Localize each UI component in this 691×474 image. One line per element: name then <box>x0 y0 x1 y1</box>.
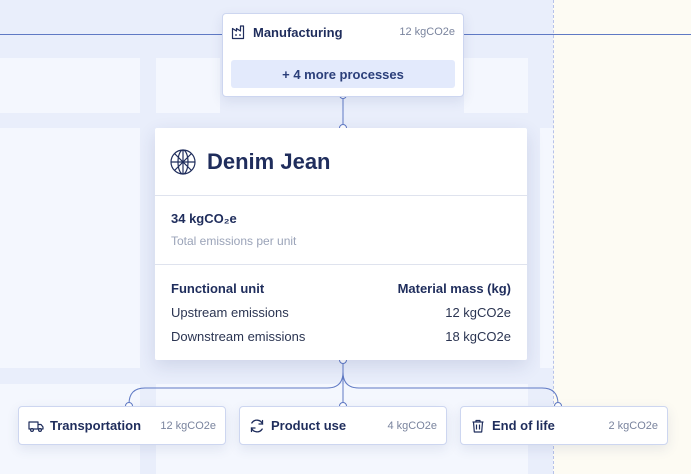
refresh-icon <box>250 419 264 432</box>
canvas-cell <box>0 58 140 113</box>
process-label: Product use <box>271 418 347 433</box>
functional-unit-label: Functional unit <box>171 281 265 296</box>
functional-unit-row: Functional unit Material mass (kg) <box>171 281 511 299</box>
vertical-guide <box>553 0 554 474</box>
process-label: Transportation <box>50 418 142 433</box>
upstream-row: Upstream emissions 12 kgCO2e <box>171 305 511 323</box>
process-card-transportation[interactable]: Transportation 12 kgCO2e <box>18 406 226 445</box>
process-value: 4 kgCO2e <box>387 419 437 432</box>
process-value: 12 kgCO2e <box>399 26 455 38</box>
globe-icon <box>170 148 196 175</box>
process-card-manufacturing[interactable]: Manufacturing 12 kgCO2e + 4 more process… <box>222 13 464 97</box>
process-card-end-of-life[interactable]: End of life 2 kgCO2e <box>460 406 668 445</box>
process-title: Manufacturing <box>253 24 343 40</box>
canvas-cell <box>540 128 553 368</box>
functional-unit-value: Material mass (kg) <box>397 281 511 296</box>
divider <box>155 264 527 265</box>
process-label: End of life <box>492 418 555 433</box>
upstream-label: Upstream emissions <box>171 305 289 320</box>
more-processes-button[interactable]: + 4 more processes <box>231 60 455 88</box>
total-emissions-value: 34 kgCO₂e <box>171 211 237 226</box>
upstream-value: 12 kgCO2e <box>445 305 511 320</box>
factory-icon <box>231 25 245 40</box>
downstream-label: Downstream emissions <box>171 329 306 344</box>
downstream-row: Downstream emissions 18 kgCO2e <box>171 329 511 347</box>
total-emissions-label: Total emissions per unit <box>171 234 297 248</box>
downstream-value: 18 kgCO2e <box>445 329 511 344</box>
canvas-cell <box>464 58 528 113</box>
product-card[interactable]: Denim Jean 34 kgCO₂e Total emissions per… <box>155 128 527 360</box>
process-value: 12 kgCO2e <box>160 419 216 432</box>
process-card-product-use[interactable]: Product use 4 kgCO2e <box>239 406 447 445</box>
canvas-cell <box>156 58 220 113</box>
truck-icon <box>28 420 44 432</box>
total-emissions-block: 34 kgCO₂e Total emissions per unit <box>171 211 296 248</box>
process-value: 2 kgCO2e <box>608 419 658 432</box>
canvas-cell <box>0 128 140 368</box>
right-pane <box>553 0 691 474</box>
trash-icon <box>472 419 484 433</box>
product-name: Denim Jean <box>207 148 331 174</box>
product-header: Denim Jean <box>155 128 527 196</box>
